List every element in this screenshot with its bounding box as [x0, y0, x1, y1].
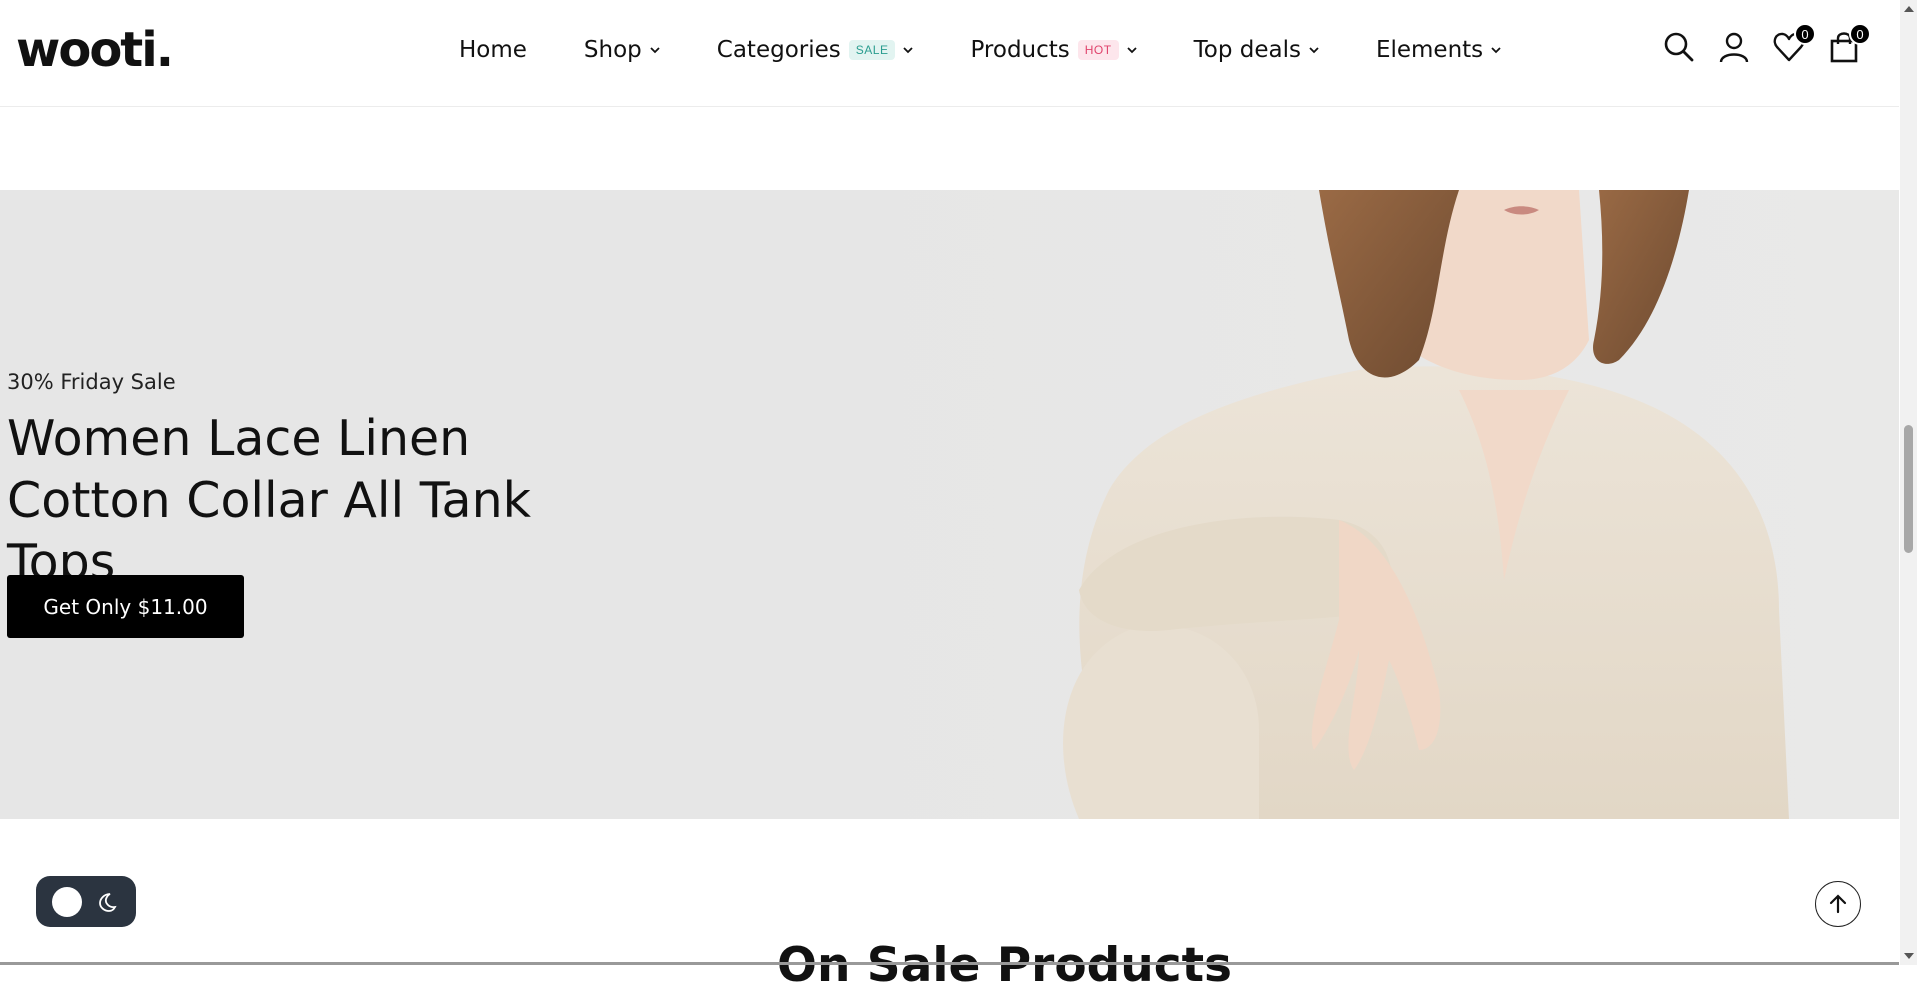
- nav-label: Home: [459, 37, 527, 63]
- nav-item-categories[interactable]: Categories SALE: [717, 37, 914, 63]
- arrow-up-icon: [1829, 894, 1847, 914]
- scroll-up-arrow-icon[interactable]: [1904, 6, 1914, 12]
- search-icon[interactable]: [1662, 30, 1696, 64]
- hero-subtitle: 30% Friday Sale: [7, 370, 176, 394]
- hero-title: Women Lace Linen Cotton Collar All Tank …: [7, 408, 647, 594]
- user-icon[interactable]: [1717, 30, 1751, 64]
- nav-item-elements[interactable]: Elements: [1376, 37, 1501, 63]
- site-header: wooti. Home Shop Categories SALE Product…: [0, 0, 1899, 107]
- site-logo[interactable]: wooti.: [16, 22, 174, 78]
- cart-button[interactable]: 0: [1827, 23, 1871, 64]
- main-nav: Home Shop Categories SALE Products HOT T…: [459, 34, 1501, 66]
- nav-item-top-deals[interactable]: Top deals: [1194, 37, 1319, 63]
- scroll-to-top-button[interactable]: [1815, 881, 1861, 927]
- chevron-down-icon: [650, 47, 660, 54]
- toggle-knob: [52, 886, 82, 917]
- section-title: On Sale Products: [777, 938, 1233, 993]
- chevron-down-icon: [1126, 47, 1137, 54]
- header-actions: 0 0: [1641, 23, 1871, 64]
- theme-toggle[interactable]: [36, 876, 136, 927]
- hot-badge: HOT: [1077, 40, 1119, 60]
- cart-count: 0: [1849, 23, 1871, 45]
- nav-item-products[interactable]: Products HOT: [970, 37, 1137, 63]
- hero-model-image: [699, 190, 1899, 819]
- wishlist-button[interactable]: 0: [1772, 23, 1816, 64]
- page-scrollbar[interactable]: [1900, 0, 1917, 965]
- chevron-down-icon: [903, 47, 914, 54]
- wishlist-count: 0: [1794, 23, 1816, 45]
- hero-banner: 30% Friday Sale Women Lace Linen Cotton …: [0, 190, 1899, 819]
- nav-label: Categories: [716, 37, 841, 63]
- nav-label: Shop: [583, 37, 642, 63]
- get-offer-button[interactable]: Get Only $11.00: [7, 575, 244, 638]
- moon-icon: [99, 892, 117, 912]
- nav-label: Top deals: [1193, 37, 1301, 63]
- sale-badge: SALE: [848, 40, 896, 60]
- chevron-down-icon: [1491, 47, 1501, 54]
- nav-item-home[interactable]: Home: [459, 37, 527, 63]
- nav-label: Elements: [1375, 37, 1484, 63]
- hero-title-line-1: Women Lace Linen: [7, 410, 471, 467]
- scroll-down-arrow-icon[interactable]: [1904, 953, 1914, 959]
- nav-item-shop[interactable]: Shop: [584, 37, 660, 63]
- chevron-down-icon: [1309, 47, 1319, 54]
- nav-label: Products: [970, 37, 1070, 63]
- scrollbar-thumb[interactable]: [1904, 425, 1913, 553]
